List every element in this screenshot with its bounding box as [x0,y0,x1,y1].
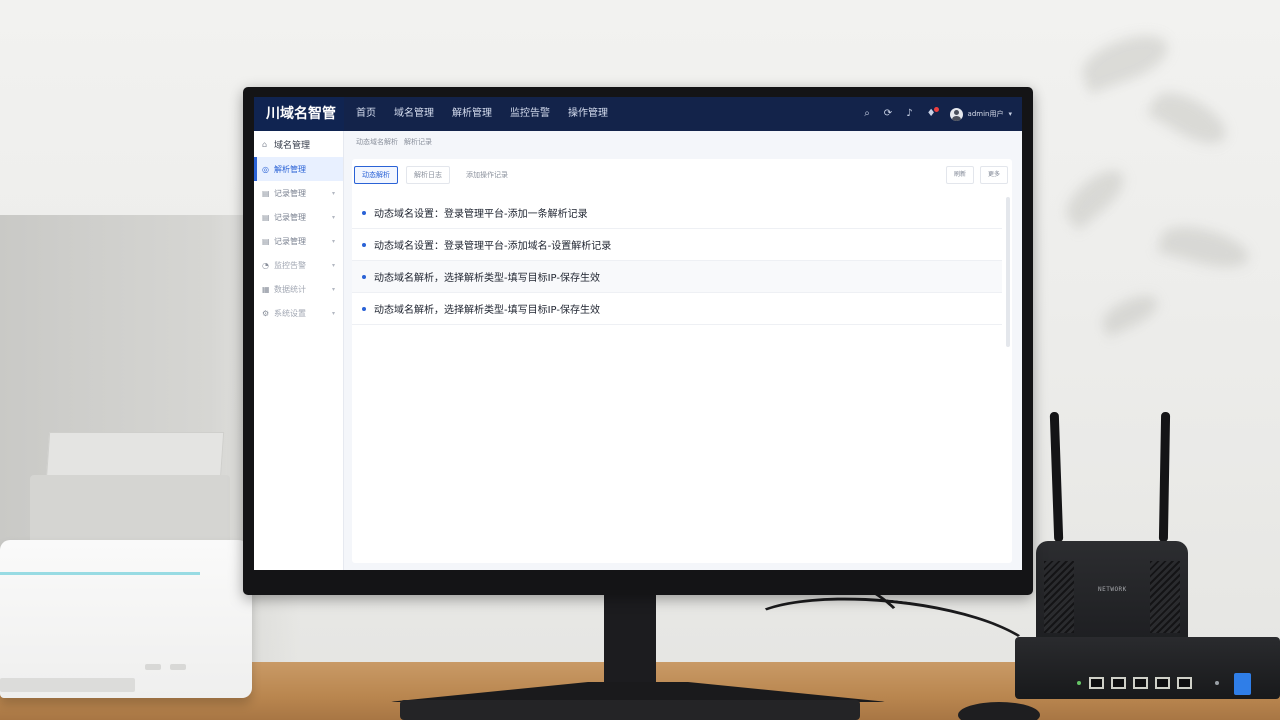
tab-resolution-log[interactable]: 解析日志 [406,166,450,184]
settings-icon[interactable]: ⟳ [884,97,892,131]
list-item-text: 动态域名设置：登录管理平台-添加域名-设置解析记录 [374,241,612,252]
sidebar-item-statistics[interactable]: ▦ 数据统计 ▾ [254,277,343,301]
bullet-icon [362,210,366,215]
topnav-item-domains[interactable]: 域名管理 [394,97,434,131]
search-icon[interactable]: ⌕ [864,97,870,131]
monitor-screen: 川域名智管 首页 域名管理 解析管理 监控告警 操作管理 ⌕ ⟳ ♪ ♦ adm… [254,97,1022,570]
sidebar-item-resolution[interactable]: ◎ 解析管理 [254,157,343,181]
list-item-text: 动态域名解析，选择解析类型-填写目标IP-保存生效 [374,273,600,284]
list-item[interactable]: 动态域名解析，选择解析类型-填写目标IP-保存生效 [352,293,1002,325]
list-item[interactable]: 动态域名设置：登录管理平台-添加域名-设置解析记录 [352,229,1002,261]
topnav-item-resolution[interactable]: 解析管理 [452,97,492,131]
list-icon: ▤ [262,188,270,198]
breadcrumb: 动态域名解析 解析记录 [356,137,432,147]
home-icon: ⌂ [262,139,268,149]
list-item[interactable]: 动态域名设置：登录管理平台-添加一条解析记录 [352,197,1002,229]
topnav-item-monitoring[interactable]: 监控告警 [510,97,550,131]
chevron-down-icon: ▾ [331,237,335,245]
bullet-icon [362,242,366,247]
alert-icon[interactable]: ♦ [927,97,939,131]
router-vent [1044,561,1074,633]
printer-output-slot [0,678,135,692]
topnav-item-home[interactable]: 首页 [356,97,376,131]
router-label: NETWORK [1098,586,1127,593]
list-item-text: 动态域名解析，选择解析类型-填写目标IP-保存生效 [374,305,600,316]
panel-actions: 刷新 更多 [945,166,1008,184]
bell-icon[interactable]: ♪ [906,97,912,131]
breadcrumb-item[interactable]: 动态域名解析 [356,137,398,147]
printer-tray [30,475,230,545]
top-navigation-bar: 川域名智管 首页 域名管理 解析管理 监控告警 操作管理 ⌕ ⟳ ♪ ♦ adm… [254,97,1022,131]
sidebar-header[interactable]: ⌂ 域名管理 [254,131,343,157]
keyboard [400,700,860,720]
more-button[interactable]: 更多 [979,166,1008,184]
sidebar-item-monitoring[interactable]: ◔ 监控告警 ▾ [254,253,343,277]
sidebar-header-label: 域名管理 [274,140,311,151]
list-icon: ▤ [262,212,270,222]
bullet-icon [362,274,366,279]
printer [0,540,252,698]
sidebar: ⌂ 域名管理 ◎ 解析管理 ▤ 记录管理 ▾ ▤ 记录管理 ▾ ▤ 记录管理 ▾… [254,131,344,570]
database-icon: ▦ [262,284,270,294]
router: NETWORK [1036,541,1188,647]
list-item-text: 动态域名设置：登录管理平台-添加一条解析记录 [374,209,588,220]
chevron-down-icon: ▾ [331,285,335,293]
avatar [949,107,963,121]
list-icon: ▤ [262,236,270,246]
printer-light-strip [0,572,200,575]
sidebar-item-label: 监控告警 [274,260,306,270]
top-menu: 首页 域名管理 解析管理 监控告警 操作管理 [356,97,608,131]
record-list: 动态域名设置：登录管理平台-添加一条解析记录 动态域名设置：登录管理平台-添加域… [352,197,1002,325]
globe-icon: ◎ [262,164,269,174]
content-panel: 动态解析 解析日志 添加操作记录 刷新 更多 动态域名设置：登录管理平台-添加一… [352,159,1012,563]
list-item[interactable]: 动态域名解析，选择解析类型-填写目标IP-保存生效 [352,261,1002,293]
topnav-item-operations[interactable]: 操作管理 [568,97,608,131]
sidebar-item-label: 数据统计 [274,284,306,294]
chevron-down-icon: ▾ [331,189,335,197]
tab-operation-records[interactable]: 添加操作记录 [458,166,516,184]
top-toolbar: ⌕ ⟳ ♪ ♦ admin用户 ▾ [864,97,1012,131]
sidebar-item-label: 解析管理 [274,164,306,174]
sidebar-item-records[interactable]: ▤ 记录管理 ▾ [254,181,343,205]
sidebar-item-label: 记录管理 [274,236,306,246]
sidebar-item-records[interactable]: ▤ 记录管理 ▾ [254,205,343,229]
sidebar-item-label: 记录管理 [274,212,306,222]
chart-icon: ◔ [262,260,269,270]
tab-bar: 动态解析 解析日志 添加操作记录 [354,166,516,184]
chevron-down-icon: ▾ [1008,110,1012,118]
sidebar-item-records[interactable]: ▤ 记录管理 ▾ [254,229,343,253]
monitor-stand [604,592,656,684]
sidebar-item-settings[interactable]: ⚙ 系统设置 ▾ [254,301,343,325]
ethernet-port [1111,677,1126,689]
printer-button [145,664,161,670]
usb-port [1234,673,1251,695]
username: admin用户 [967,110,1004,118]
bullet-icon [362,306,366,311]
chevron-down-icon: ▾ [331,309,335,317]
ethernet-port [1133,677,1148,689]
refresh-button[interactable]: 刷新 [945,166,974,184]
status-led [1077,681,1081,685]
scrollbar[interactable] [1006,197,1010,347]
user-menu[interactable]: admin用户 ▾ [949,107,1012,121]
ethernet-port [1155,677,1170,689]
chevron-down-icon: ▾ [331,213,335,221]
gear-icon: ⚙ [262,308,270,318]
chevron-down-icon: ▾ [331,261,335,269]
printer-button [170,664,186,670]
ethernet-port [1177,677,1192,689]
app-logo[interactable]: 川域名智管 [254,97,344,131]
tab-dynamic-resolution[interactable]: 动态解析 [354,166,398,184]
status-led [1215,681,1219,685]
network-switch [1015,637,1280,699]
breadcrumb-item[interactable]: 解析记录 [404,137,432,147]
sidebar-item-label: 记录管理 [274,188,306,198]
router-vent [1150,561,1180,633]
sidebar-item-label: 系统设置 [274,308,306,318]
ethernet-port [1089,677,1104,689]
